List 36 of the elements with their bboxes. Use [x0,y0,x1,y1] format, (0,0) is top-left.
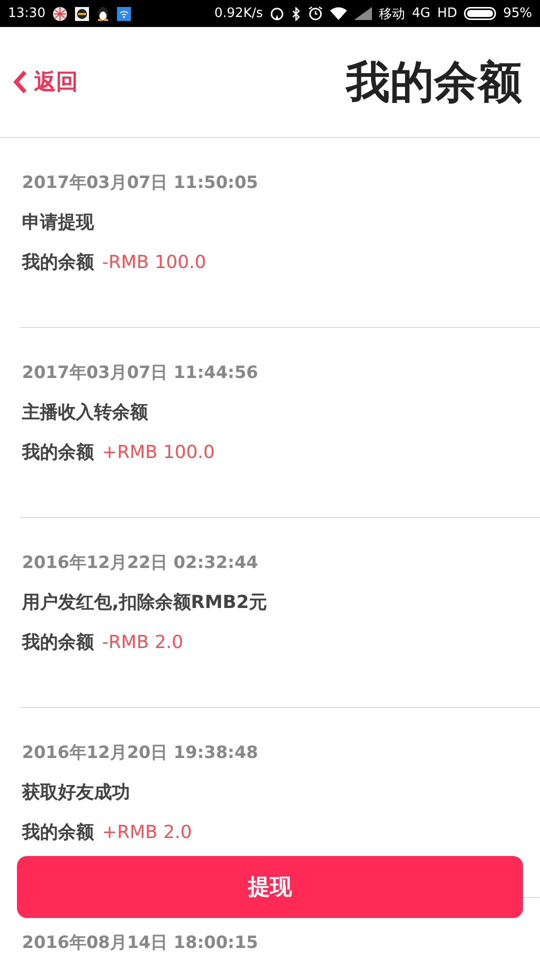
withdraw-button[interactable]: 提现 [17,856,523,918]
balance-label: 我的余额 [22,822,94,844]
record-date: 2017年03月07日 11:44:56 [22,362,260,384]
page-title: 我的余额 [346,56,522,110]
hotspot-icon [270,6,284,20]
record-title: 用户发红包,扣除余额RMB2元 [22,592,268,614]
battery-level: 95% [503,6,532,21]
record-date: 2017年03月07日 11:50:05 [22,172,260,194]
alarm-icon [308,6,323,21]
balance-label: 我的余额 [22,252,94,274]
back-chevron-icon [12,69,28,95]
balance-label: 我的余额 [22,632,94,654]
bluetooth-icon [290,6,301,20]
back-button[interactable]: 返回 [12,67,78,97]
battery-icon [464,7,496,20]
status-time: 13:30 [8,6,46,21]
network-type: 4G [412,6,430,21]
network-speed: 0.92K/s [214,6,263,21]
wifi-icon [330,7,347,20]
balance-label: 我的余额 [22,442,94,464]
record-title: 申请提现 [22,212,95,234]
app-icon [75,6,90,20]
penguin-icon [96,6,110,22]
record-title: 获取好友成功 [22,782,131,804]
wifi-app-icon [117,6,132,20]
record-date: 2016年08月14日 18:00:15 [22,932,260,954]
record-date: 2016年12月22日 02:32:44 [22,552,260,574]
record-date: 2016年12月20日 19:38:48 [22,742,260,764]
balance-amount: +RMB 100.0 [102,442,215,464]
signal-icon [354,7,372,20]
balance-amount: +RMB 2.0 [102,822,192,844]
balance-amount: -RMB 2.0 [102,632,184,654]
carrier-name: 移动 [378,6,405,22]
hd-label: HD [437,6,458,21]
balance-amount: -RMB 100.0 [102,252,206,274]
record-title: 主播收入转余额 [22,402,149,424]
